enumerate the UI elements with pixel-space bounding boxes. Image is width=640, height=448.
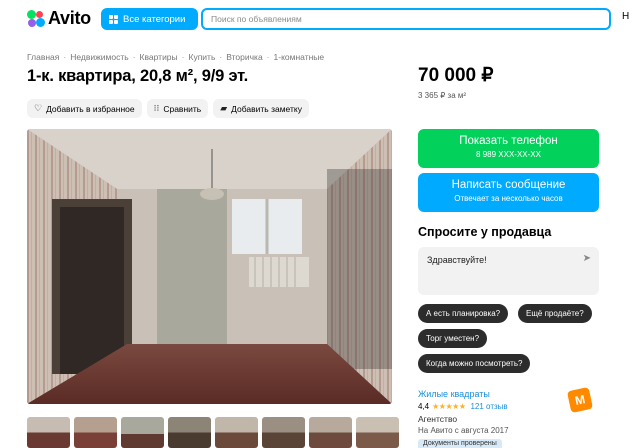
note-icon: ▰	[220, 103, 228, 113]
add-note-button[interactable]: ▰ Добавить заметку	[213, 99, 309, 118]
breadcrumb-item[interactable]: Недвижимость	[70, 52, 128, 62]
search-input[interactable]	[201, 8, 611, 30]
response-time: Отвечает за несколько часов	[454, 194, 563, 203]
all-categories-button[interactable]: Все категории	[101, 8, 198, 30]
breadcrumb-item[interactable]: Квартиры	[140, 52, 178, 62]
seller-rating: 4,4 ★★★★★ 121 отзыв	[418, 402, 508, 411]
seller-since: На Авито с августа 2017	[418, 426, 509, 435]
add-favorite-label: Добавить в избранное	[46, 103, 135, 114]
show-phone-label: Показать телефон	[459, 135, 558, 147]
add-note-label: Добавить заметку	[231, 103, 302, 114]
heart-icon: ♡	[34, 103, 43, 113]
all-categories-label: Все категории	[123, 13, 186, 25]
phone-masked: 8 989 XXX-XX-XX	[476, 150, 541, 159]
photo-thumbnail[interactable]	[27, 417, 70, 448]
page-title: 1-к. квартира, 20,8 м², 9/9 эт.	[27, 67, 248, 85]
send-icon[interactable]: ➤	[583, 253, 591, 264]
search-icon[interactable]: Н	[622, 11, 629, 22]
photo-thumbnail[interactable]	[215, 417, 258, 448]
breadcrumb-item[interactable]: Купить	[189, 52, 216, 62]
rating-stars-icon: ★★★★★	[432, 402, 466, 411]
listing-actions: ♡ Добавить в избранное ⁝⁝ Сравнить ▰ Доб…	[27, 99, 309, 118]
photo-thumbnail[interactable]	[356, 417, 399, 448]
breadcrumb-item[interactable]: 1-комнатные	[274, 52, 325, 62]
ask-seller-title: Спросите у продавца	[418, 225, 552, 239]
write-message-button[interactable]: Написать сообщение Отвечает за несколько…	[418, 173, 599, 212]
price: 70 000 ₽	[418, 65, 494, 86]
photo-thumbnail[interactable]	[74, 417, 117, 448]
ask-input-value: Здравствуйте!	[427, 255, 487, 265]
avito-logo[interactable]: Avito	[27, 8, 91, 29]
photo-thumbnail[interactable]	[309, 417, 352, 448]
ask-seller-input[interactable]: Здравствуйте! ➤	[418, 247, 599, 295]
documents-badge: Документы проверены	[418, 439, 502, 448]
breadcrumb: Главная · Недвижимость · Квартиры · Купить ·…	[27, 52, 325, 62]
photo-thumbnails	[27, 417, 399, 448]
room-photo-image	[27, 129, 392, 404]
write-message-label: Написать сообщение	[451, 179, 566, 191]
photo-thumbnail[interactable]	[262, 417, 305, 448]
compare-icon: ⁝⁝	[153, 103, 160, 113]
seller-type: Агентство	[418, 414, 458, 424]
main-photo[interactable]	[27, 129, 392, 404]
photo-thumbnail[interactable]	[121, 417, 164, 448]
quick-question-chip[interactable]: Торг уместен?	[418, 329, 488, 348]
quick-question-chip[interactable]: Когда можно посмотреть?	[418, 354, 531, 373]
compare-button[interactable]: ⁝⁝ Сравнить	[146, 99, 209, 118]
rating-value: 4,4	[418, 402, 430, 411]
seller-name[interactable]: Жилые квадраты	[418, 389, 490, 399]
quick-question-chip[interactable]: А есть планировка?	[418, 304, 509, 323]
photo-thumbnail[interactable]	[168, 417, 211, 448]
header: Avito Все категории Н	[0, 0, 640, 40]
compare-label: Сравнить	[163, 103, 202, 114]
price-per-meter: 3 365 ₽ за м²	[418, 91, 467, 100]
grid-icon	[109, 14, 118, 24]
reviews-link[interactable]: 121 отзыв	[470, 402, 507, 411]
quick-question-chip[interactable]: Ещё продаёте?	[518, 304, 592, 323]
seller-logo-icon[interactable]: М	[566, 386, 594, 414]
logo-dots-icon	[27, 9, 45, 28]
show-phone-button[interactable]: Показать телефон 8 989 XXX-XX-XX	[418, 129, 599, 168]
logo-text: Avito	[48, 8, 91, 28]
breadcrumb-item[interactable]: Вторичка	[226, 52, 262, 62]
breadcrumb-item[interactable]: Главная	[27, 52, 59, 62]
add-favorite-button[interactable]: ♡ Добавить в избранное	[27, 99, 142, 118]
